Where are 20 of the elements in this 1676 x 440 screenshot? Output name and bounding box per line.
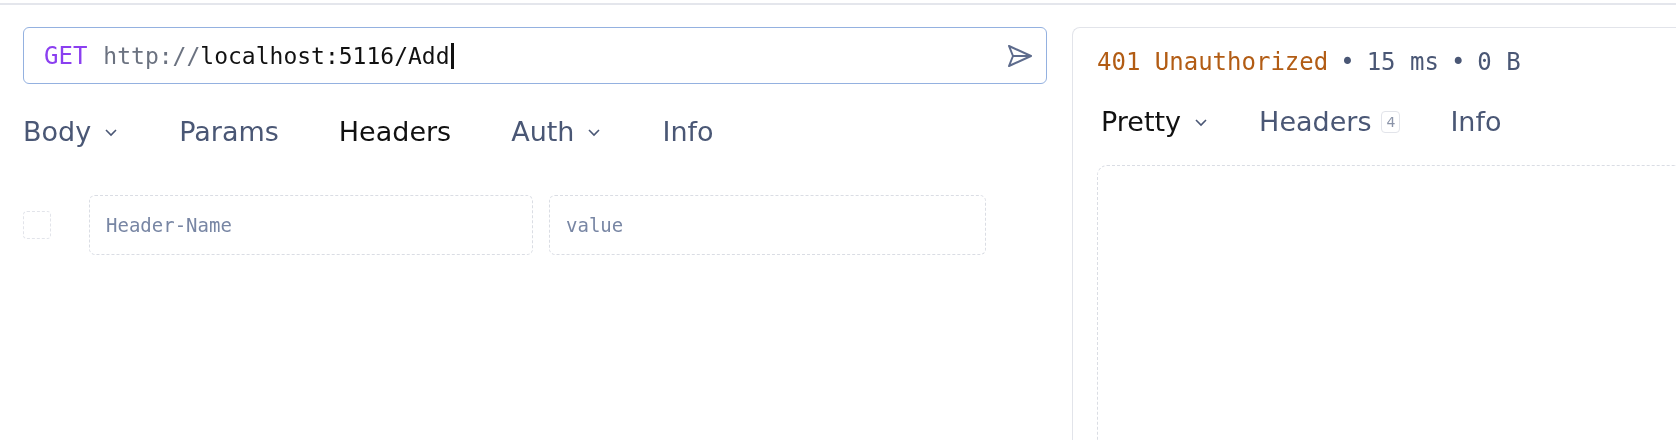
- response-size: 0 B: [1477, 48, 1521, 76]
- method-label[interactable]: GET: [44, 41, 88, 70]
- count-badge: 4: [1381, 110, 1401, 133]
- request-tab[interactable]: Info: [662, 116, 714, 147]
- header-value-field[interactable]: value: [549, 195, 986, 255]
- request-tab[interactable]: Body: [23, 116, 120, 147]
- request-tab[interactable]: Params: [179, 116, 279, 147]
- response-tab[interactable]: Pretty: [1101, 106, 1210, 137]
- header-name-field[interactable]: Header-Name: [89, 195, 533, 255]
- url-field[interactable]: GET http://localhost:5116/Add: [23, 27, 1047, 84]
- request-tab[interactable]: Headers: [338, 116, 452, 147]
- response-tab[interactable]: Info: [1450, 106, 1502, 137]
- response-tab[interactable]: Headers 4: [1259, 106, 1401, 137]
- separator-dot: •: [1340, 48, 1355, 76]
- status-code: 401 Unauthorized: [1097, 48, 1329, 76]
- header-checkbox[interactable]: [23, 211, 51, 239]
- request-tab[interactable]: Auth: [511, 116, 603, 147]
- response-time: 15 ms: [1366, 48, 1439, 76]
- url-text: http://localhost:5116/Add: [103, 42, 454, 69]
- separator-dot: •: [1450, 48, 1466, 76]
